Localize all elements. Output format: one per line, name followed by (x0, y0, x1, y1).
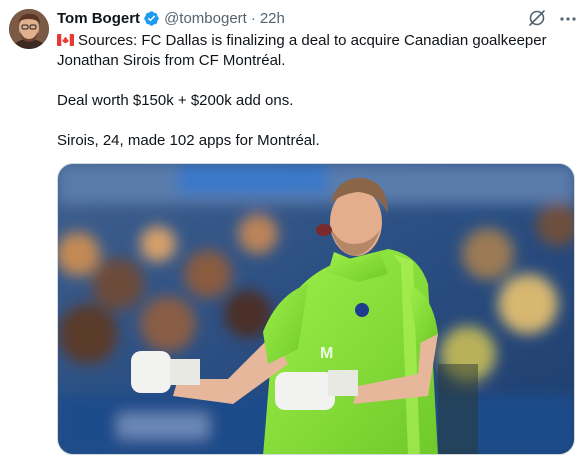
canada-flag-icon (57, 34, 74, 46)
verified-badge-icon (144, 10, 159, 26)
tweet-line-1: Sources: FC Dallas is finalizing a deal … (57, 31, 577, 51)
tweet-header: Tom Bogert @tombogert · 22h (57, 8, 285, 28)
author-name[interactable]: Tom Bogert (57, 10, 140, 27)
tweet-text: Sources: FC Dallas is finalizing a deal … (57, 31, 577, 151)
header-separator: · (250, 9, 256, 27)
tweet-photo[interactable]: M (57, 163, 575, 455)
tweet-line-3: Deal worth $150k + $200k add ons. (57, 92, 294, 109)
svg-text:M: M (320, 345, 333, 362)
more-options-icon[interactable] (558, 9, 578, 29)
tweet-line-4: Sirois, 24, made 102 apps for Montréal. (57, 132, 320, 149)
author-handle[interactable]: @tombogert (164, 10, 247, 27)
tweet-line-2: Jonathan Sirois from CF Montréal. (57, 52, 286, 69)
grok-icon[interactable] (527, 8, 547, 28)
author-avatar[interactable] (9, 9, 49, 49)
tweet-timestamp[interactable]: 22h (260, 10, 285, 27)
